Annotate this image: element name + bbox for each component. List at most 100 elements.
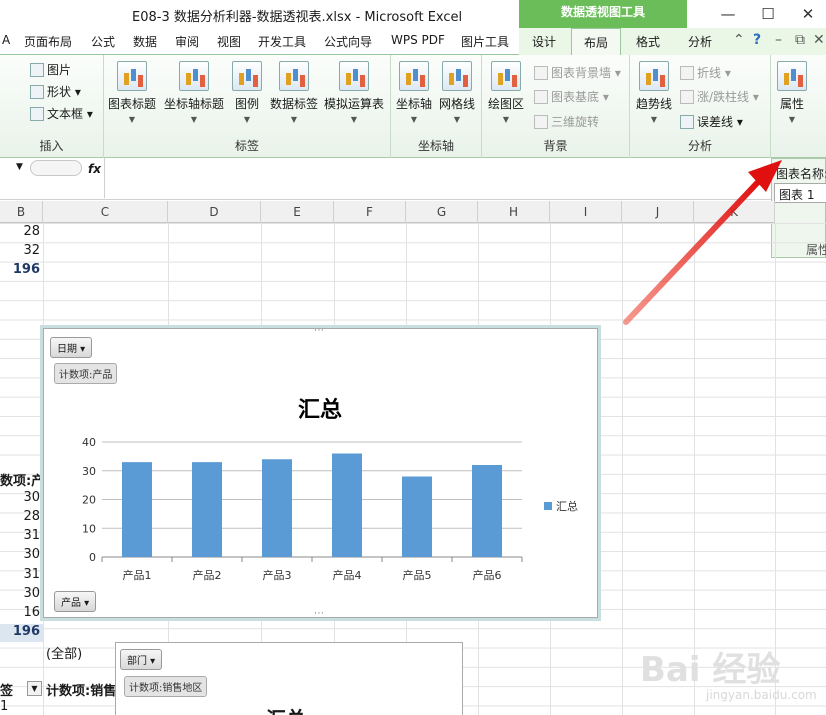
shapes-button[interactable]: 形状 ▾ bbox=[30, 83, 81, 100]
cell-last-row[interactable]: 1 bbox=[0, 699, 8, 714]
chart-name-input[interactable]: 图表 1 bbox=[774, 183, 826, 203]
error-bars-icon bbox=[680, 115, 694, 129]
error-bars-button[interactable]: 误差线 ▾ bbox=[680, 113, 743, 130]
count-sales-header[interactable]: 计数项:销售 bbox=[46, 680, 116, 699]
row-label-header[interactable]: 签 bbox=[0, 680, 13, 699]
data-table-icon bbox=[339, 61, 369, 91]
properties-button[interactable]: 属性 ▼ bbox=[777, 61, 807, 124]
minimize-button[interactable]: — bbox=[708, 0, 748, 28]
chart-plot: 汇总 0 10 20 30 40 产品1 产品2 产品3 产品4 产品5 产品6 汇总 bbox=[82, 397, 578, 582]
column-header-c[interactable]: C bbox=[43, 201, 168, 223]
bar[interactable] bbox=[402, 476, 432, 558]
tab-design[interactable]: 设计 bbox=[532, 33, 556, 50]
cell-b-list-6[interactable]: 16 bbox=[0, 605, 40, 620]
data-labels-button[interactable]: 数据标签 ▼ bbox=[270, 61, 318, 124]
y-tick-label: 10 bbox=[82, 522, 96, 535]
tab-developer[interactable]: 开发工具 bbox=[258, 33, 306, 50]
trendline-button[interactable]: 趋势线 ▼ bbox=[636, 61, 672, 124]
group-insert: 图片 形状 ▾ 文本框 ▾ 插入 bbox=[0, 55, 104, 158]
tab-analyze[interactable]: 分析 bbox=[688, 33, 712, 50]
tab-data[interactable]: 数据 bbox=[133, 33, 157, 50]
collapse-ribbon-icon[interactable]: ⌃ bbox=[733, 32, 745, 48]
bar[interactable] bbox=[332, 453, 362, 558]
cell-b-list-2[interactable]: 31 bbox=[0, 528, 40, 543]
column-header-k[interactable]: K bbox=[694, 201, 775, 223]
chart-title[interactable]: 汇总 bbox=[298, 397, 342, 423]
column-header-f[interactable]: F bbox=[334, 201, 406, 223]
data-table-button[interactable]: 模拟运算表 ▼ bbox=[324, 61, 384, 124]
chart2-title[interactable]: 汇总 bbox=[266, 703, 306, 715]
x-tick-label: 产品3 bbox=[263, 568, 292, 582]
bar[interactable] bbox=[122, 462, 152, 557]
tab-review[interactable]: 审阅 bbox=[175, 33, 199, 50]
cell-b-list-1[interactable]: 28 bbox=[0, 509, 40, 524]
column-header-j[interactable]: J bbox=[622, 201, 694, 223]
close-button[interactable]: ✕ bbox=[788, 0, 826, 28]
cell-b-list-3[interactable]: 30 bbox=[0, 547, 40, 562]
cell-b-list-5[interactable]: 30 bbox=[0, 586, 40, 601]
bar[interactable] bbox=[262, 459, 292, 557]
group-properties: 属性 ▼ bbox=[771, 55, 826, 158]
cell-b-total[interactable]: 196 bbox=[0, 624, 40, 639]
updown-bars-button[interactable]: 涨/跌柱线 ▾ bbox=[680, 88, 759, 105]
chart-floor-button[interactable]: 图表基底 ▾ bbox=[534, 88, 609, 105]
row-filter-dropdown-icon[interactable]: ▼ bbox=[27, 681, 42, 696]
column-header-d[interactable]: D bbox=[168, 201, 261, 223]
lines-icon bbox=[680, 66, 694, 80]
tab-page-layout[interactable]: 页面布局 bbox=[24, 33, 72, 50]
insert-function-button[interactable]: fx bbox=[88, 162, 101, 176]
pivot-chart-2[interactable]: 部门 ▾ 计数项:销售地区 汇总 bbox=[115, 642, 463, 715]
shapes-icon bbox=[30, 85, 44, 99]
group-labels: 图表标题 ▼ 坐标轴标题 ▼ 图例 ▼ 数据标签 ▼ 模拟运算表 ▼ 标签 bbox=[104, 55, 391, 158]
group-label-analysis: 分析 bbox=[687, 139, 712, 153]
name-box-dropdown-icon[interactable]: ▼ bbox=[16, 162, 23, 172]
trendline-icon bbox=[639, 61, 669, 91]
column-header-g[interactable]: G bbox=[406, 201, 478, 223]
chart-wall-button[interactable]: 图表背景墙 ▾ bbox=[534, 64, 621, 81]
restore-button[interactable]: ☐ bbox=[748, 0, 788, 28]
column-header-b[interactable]: B bbox=[0, 201, 43, 223]
lines-button[interactable]: 折线 ▾ bbox=[680, 64, 731, 81]
axis-titles-icon bbox=[179, 61, 209, 91]
filter-dept-button[interactable]: 部门 ▾ bbox=[120, 649, 163, 670]
cell-b3[interactable]: 196 bbox=[0, 262, 40, 277]
watermark-url: jingyan.baidu.com bbox=[706, 688, 817, 702]
bar[interactable] bbox=[192, 462, 222, 557]
help-icon[interactable]: ? bbox=[753, 32, 761, 48]
tab-formula-wizard[interactable]: 公式向导 bbox=[324, 33, 372, 50]
column-headers: B C D E F G H I J K bbox=[0, 201, 775, 223]
legend-button[interactable]: 图例 ▼ bbox=[232, 61, 262, 124]
tab-partial[interactable]: A bbox=[2, 33, 10, 47]
axis-titles-button[interactable]: 坐标轴标题 ▼ bbox=[164, 61, 224, 124]
pivot-chart[interactable]: 日期 ▾ 计数项:产品 产品 ▾ ⋯ ⋯ 汇总 0 10 20 30 40 产品1 产品2 产… bbox=[43, 325, 598, 619]
gridlines-button[interactable]: 网格线 ▼ bbox=[439, 61, 475, 124]
picture-button[interactable]: 图片 bbox=[30, 61, 71, 78]
column-header-h[interactable]: H bbox=[478, 201, 550, 223]
ribbon-tab-row: A 页面布局 公式 数据 审阅 视图 开发工具 公式向导 WPS PDF 图片工… bbox=[0, 28, 826, 56]
plot-area-button[interactable]: 绘图区 ▼ bbox=[488, 61, 524, 124]
tab-formulas[interactable]: 公式 bbox=[91, 33, 115, 50]
tab-format[interactable]: 格式 bbox=[636, 33, 660, 50]
tab-view[interactable]: 视图 bbox=[217, 33, 241, 50]
cell-b2[interactable]: 32 bbox=[0, 243, 40, 258]
bar[interactable] bbox=[472, 465, 502, 557]
axes-button[interactable]: 坐标轴 ▼ bbox=[396, 61, 432, 124]
rotation-3d-button[interactable]: 三维旋转 bbox=[534, 113, 599, 130]
textbox-button[interactable]: 文本框 ▾ bbox=[30, 105, 93, 122]
tab-wps-pdf[interactable]: WPS PDF bbox=[391, 33, 445, 47]
window-restore-icon[interactable]: ⧉ bbox=[795, 32, 805, 48]
window-close-icon[interactable]: ✕ bbox=[813, 32, 825, 48]
cell-b-list-0[interactable]: 30 bbox=[0, 490, 40, 505]
chart2-value-button[interactable]: 计数项:销售地区 bbox=[124, 676, 208, 697]
chart-title-button[interactable]: 图表标题 ▼ bbox=[108, 61, 156, 124]
column-header-e[interactable]: E bbox=[261, 201, 334, 223]
column-header-i[interactable]: I bbox=[550, 201, 622, 223]
tab-picture-tools[interactable]: 图片工具 bbox=[461, 33, 509, 50]
cell-b-list-4[interactable]: 31 bbox=[0, 567, 40, 582]
formula-expand-control[interactable] bbox=[30, 160, 82, 176]
chart-floor-icon bbox=[534, 90, 548, 104]
cell-all-filter[interactable]: (全部) bbox=[46, 643, 82, 662]
cell-b1[interactable]: 28 bbox=[0, 224, 40, 239]
window-minimize-icon[interactable]: – bbox=[775, 32, 782, 48]
tab-layout[interactable]: 布局 bbox=[571, 28, 622, 56]
